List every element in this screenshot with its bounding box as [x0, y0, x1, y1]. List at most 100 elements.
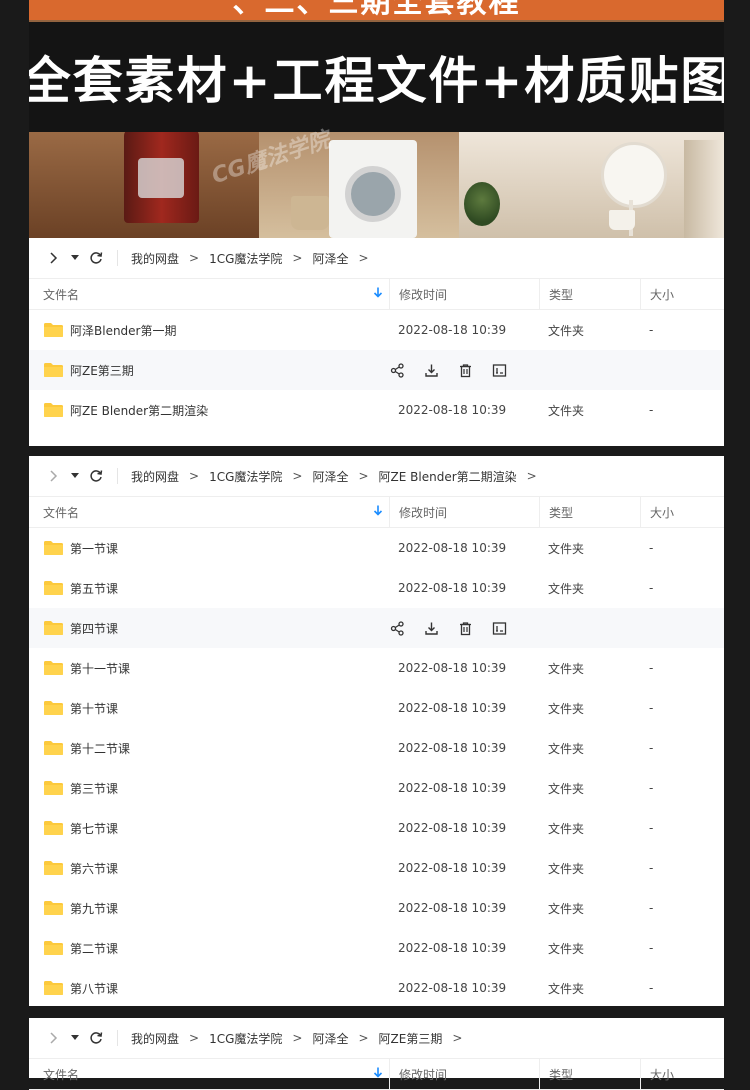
- folder-icon: [43, 322, 64, 338]
- file-size: -: [649, 581, 654, 595]
- file-size: -: [649, 541, 654, 555]
- table-row[interactable]: 第十一节课 2022-08-18 10:39 文件夹 -: [29, 648, 724, 688]
- table-row[interactable]: 阿泽Blender第一期 2022-08-18 10:39 文件夹 -: [29, 310, 724, 350]
- breadcrumb-item[interactable]: 1CG魔法学院: [209, 1030, 282, 1047]
- breadcrumb-item[interactable]: 1CG魔法学院: [209, 250, 282, 267]
- share-icon[interactable]: [389, 362, 406, 379]
- folder-icon: [43, 362, 64, 378]
- column-header-time[interactable]: 修改时间: [389, 1059, 539, 1089]
- dropdown-icon[interactable]: [69, 1029, 81, 1047]
- washing-machine-image: [329, 140, 417, 238]
- column-header-time[interactable]: 修改时间: [389, 497, 539, 527]
- table-row[interactable]: 第六节课 2022-08-18 10:39 文件夹 -: [29, 848, 724, 888]
- breadcrumb-item[interactable]: 我的网盘: [131, 468, 179, 485]
- breadcrumb-arrow: >: [292, 469, 303, 483]
- table-row[interactable]: 第五节课 2022-08-18 10:39 文件夹 -: [29, 568, 724, 608]
- file-name[interactable]: 第五节课: [70, 580, 118, 597]
- file-name[interactable]: 第十一节课: [70, 660, 130, 677]
- dropdown-icon[interactable]: [69, 249, 81, 267]
- file-name-cell: 第六节课: [29, 848, 389, 888]
- breadcrumb-item[interactable]: 阿ZE第三期: [379, 1030, 443, 1047]
- breadcrumb-item[interactable]: 阿泽全: [312, 1030, 348, 1047]
- file-name[interactable]: 阿泽Blender第一期: [70, 322, 177, 339]
- breadcrumb-item[interactable]: 阿泽全: [312, 468, 348, 485]
- breadcrumb-item[interactable]: 我的网盘: [131, 250, 179, 267]
- row-actions: [389, 350, 714, 390]
- column-header-size[interactable]: 大小: [640, 497, 724, 527]
- table-row[interactable]: 第十节课 2022-08-18 10:39 文件夹 -: [29, 688, 724, 728]
- file-name[interactable]: 第三节课: [70, 780, 118, 797]
- file-name-cell: 第三节课: [29, 768, 389, 808]
- file-name[interactable]: 第四节课: [70, 620, 118, 637]
- table-row[interactable]: 第四节课: [29, 608, 724, 648]
- folder-icon: [43, 580, 64, 596]
- download-icon[interactable]: [423, 362, 440, 379]
- chevron-right-icon[interactable]: [45, 467, 63, 485]
- file-name-cell: 第二节课: [29, 928, 389, 968]
- column-header-type[interactable]: 类型: [539, 497, 640, 527]
- folder-icon: [43, 740, 64, 756]
- breadcrumb-item[interactable]: 我的网盘: [131, 1030, 179, 1047]
- table-row[interactable]: 第七节课 2022-08-18 10:39 文件夹 -: [29, 808, 724, 848]
- file-name[interactable]: 阿ZE第三期: [70, 362, 134, 379]
- modified-time: 2022-08-18 10:39: [398, 701, 507, 715]
- breadcrumb-item[interactable]: 阿ZE Blender第二期渲染: [379, 468, 517, 485]
- folder-icon: [43, 980, 64, 996]
- mug-image: [609, 210, 635, 230]
- rename-icon[interactable]: [491, 620, 508, 637]
- refresh-icon[interactable]: [87, 1029, 105, 1047]
- table-row[interactable]: 第九节课 2022-08-18 10:39 文件夹 -: [29, 888, 724, 928]
- delete-icon[interactable]: [457, 362, 474, 379]
- refresh-icon[interactable]: [87, 249, 105, 267]
- breadcrumb-item[interactable]: 阿泽全: [312, 250, 348, 267]
- table-row[interactable]: 第三节课 2022-08-18 10:39 文件夹 -: [29, 768, 724, 808]
- column-header-name[interactable]: 文件名: [29, 1059, 389, 1089]
- table-row[interactable]: 第八节课 2022-08-18 10:39 文件夹 -: [29, 968, 724, 1008]
- breadcrumb-divider: [117, 250, 118, 266]
- file-size: -: [649, 323, 654, 337]
- file-name[interactable]: 第八节课: [70, 980, 118, 997]
- table-row[interactable]: 第二节课 2022-08-18 10:39 文件夹 -: [29, 928, 724, 968]
- file-type: 文件夹: [548, 323, 585, 338]
- column-header-name[interactable]: 文件名: [29, 497, 389, 527]
- chevron-right-icon[interactable]: [45, 249, 63, 267]
- file-name-cell: 第五节课: [29, 568, 389, 608]
- file-name[interactable]: 第一节课: [70, 540, 118, 557]
- download-icon[interactable]: [423, 620, 440, 637]
- column-header-type[interactable]: 类型: [539, 279, 640, 309]
- column-header-name[interactable]: 文件名: [29, 279, 389, 309]
- banner-headline: 全套素材+工程文件+材质贴图: [29, 52, 724, 110]
- sort-down-icon[interactable]: [373, 1067, 383, 1082]
- table-row[interactable]: 阿ZE第三期: [29, 350, 724, 390]
- dropdown-icon[interactable]: [69, 467, 81, 485]
- file-type: 文件夹: [548, 901, 585, 916]
- table-row[interactable]: 第一节课 2022-08-18 10:39 文件夹 -: [29, 528, 724, 568]
- column-header-type[interactable]: 类型: [539, 1059, 640, 1089]
- table-row[interactable]: 阿ZE Blender第二期渲染 2022-08-18 10:39 文件夹 -: [29, 390, 724, 430]
- modified-time: 2022-08-18 10:39: [398, 323, 507, 337]
- column-header-size[interactable]: 大小: [640, 279, 724, 309]
- breadcrumb-item[interactable]: 1CG魔法学院: [209, 468, 282, 485]
- breadcrumb-arrow: >: [189, 469, 200, 483]
- delete-icon[interactable]: [457, 620, 474, 637]
- file-name[interactable]: 阿ZE Blender第二期渲染: [70, 402, 208, 419]
- file-name[interactable]: 第二节课: [70, 940, 118, 957]
- file-name[interactable]: 第十二节课: [70, 740, 130, 757]
- chevron-right-icon[interactable]: [45, 1029, 63, 1047]
- file-name[interactable]: 第六节课: [70, 860, 118, 877]
- column-header-time[interactable]: 修改时间: [389, 279, 539, 309]
- file-panel-2: 我的网盘 >1CG魔法学院 > 阿泽全 > 阿ZE Blender第二期渲染 > 文件名 修改时…: [29, 456, 724, 1006]
- table-row[interactable]: 第十二节课 2022-08-18 10:39 文件夹 -: [29, 728, 724, 768]
- column-header-size[interactable]: 大小: [640, 1059, 724, 1089]
- file-size: -: [649, 701, 654, 715]
- sort-down-icon[interactable]: [373, 505, 383, 520]
- share-icon[interactable]: [389, 620, 406, 637]
- file-size: -: [649, 941, 654, 955]
- refresh-icon[interactable]: [87, 467, 105, 485]
- table-header: 文件名 修改时间 类型 大小: [29, 496, 724, 528]
- file-name[interactable]: 第七节课: [70, 820, 118, 837]
- file-name[interactable]: 第九节课: [70, 900, 118, 917]
- file-name[interactable]: 第十节课: [70, 700, 118, 717]
- sort-down-icon[interactable]: [373, 287, 383, 302]
- rename-icon[interactable]: [491, 362, 508, 379]
